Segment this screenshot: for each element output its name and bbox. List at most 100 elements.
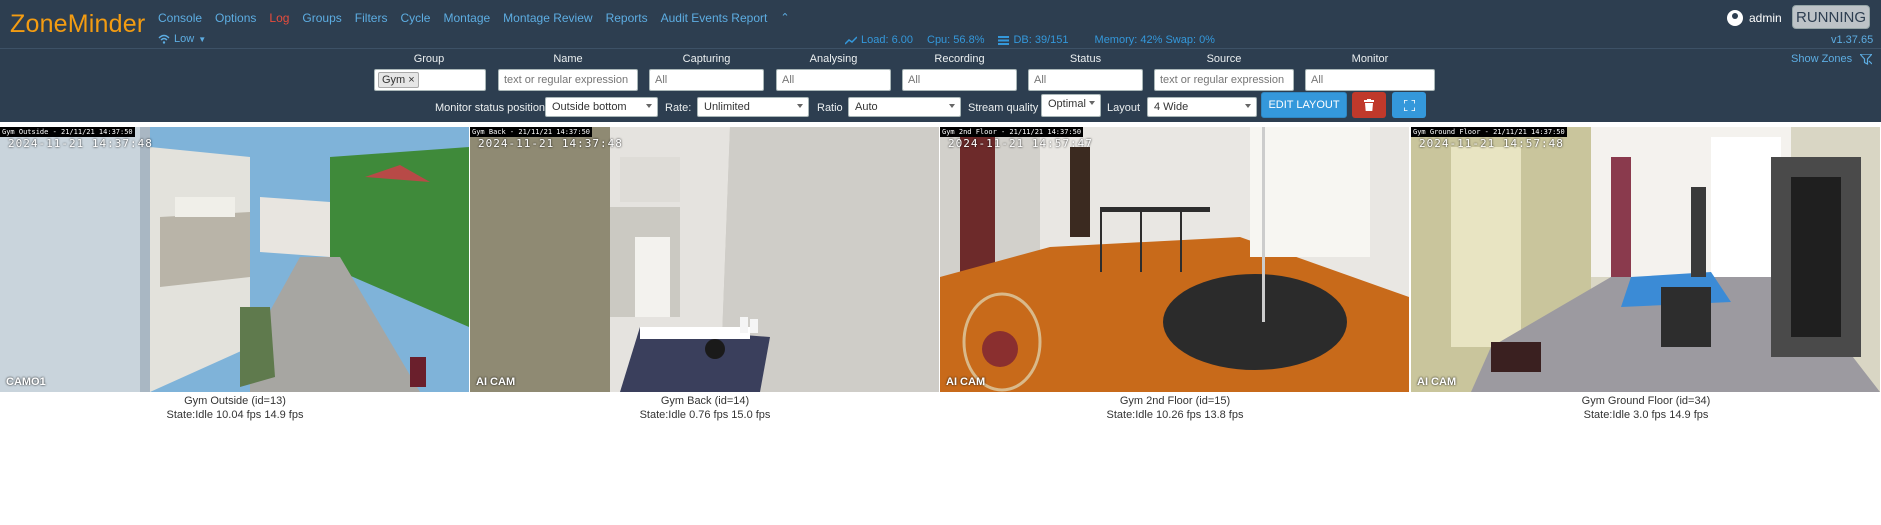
- layout-value: 4 Wide: [1154, 101, 1189, 113]
- monitor-name[interactable]: Gym Ground Floor (id=34): [1411, 394, 1881, 408]
- monitor-osd-timestamp: 2024-11-21 14:37:48: [8, 137, 153, 150]
- monitor-tile[interactable]: Gym Outside - 21/11/21 14:37:50 2024-11-…: [0, 127, 470, 422]
- monitor-stream[interactable]: Gym Ground Floor - 21/11/21 14:37:50 202…: [1411, 127, 1880, 392]
- monitor-tile[interactable]: Gym 2nd Floor - 21/11/21 14:37:50 2024-1…: [940, 127, 1410, 422]
- edit-layout-button[interactable]: EDIT LAYOUT: [1261, 92, 1347, 118]
- source-filter-input[interactable]: [1154, 69, 1294, 91]
- monitor-caption: Gym Back (id=14) State:Idle 0.76 fps 15.…: [470, 394, 940, 422]
- chart-line-icon: [845, 35, 857, 45]
- chevron-down-icon: [1245, 104, 1251, 108]
- stream-image: [1411, 127, 1880, 392]
- ratio-label: Ratio: [817, 102, 843, 114]
- ratio-value: Auto: [855, 101, 878, 113]
- recording-filter-input[interactable]: [902, 69, 1017, 91]
- monitor-tile[interactable]: Gym Ground Floor - 21/11/21 14:37:50 202…: [1411, 127, 1881, 422]
- chevron-down-icon: [646, 104, 652, 108]
- monitor-osd-camera: AI CAM: [476, 376, 516, 388]
- monitor-osd-camera: AI CAM: [946, 376, 986, 388]
- monitor-stream[interactable]: Gym Outside - 21/11/21 14:37:50 2024-11-…: [0, 127, 469, 392]
- chevron-down-icon: [797, 104, 803, 108]
- monitor-caption: Gym Outside (id=13) State:Idle 10.04 fps…: [0, 394, 470, 422]
- menu-montage-review[interactable]: Montage Review: [503, 11, 592, 25]
- menu-groups[interactable]: Groups: [302, 11, 341, 25]
- source-filter-label: Source: [1206, 53, 1242, 65]
- user-icon: [1727, 10, 1743, 26]
- monitor-state: State:Idle 0.76 fps 15.0 fps: [639, 409, 771, 421]
- menu-console[interactable]: Console: [158, 11, 202, 25]
- group-filter-input[interactable]: Gym ×: [374, 69, 486, 91]
- monitor-osd-timestamp: 2024-11-21 14:57:48: [1419, 137, 1564, 150]
- delete-layout-button[interactable]: [1352, 92, 1386, 118]
- monitor-osd-title: Gym Outside - 21/11/21 14:37:50: [0, 127, 135, 137]
- menu-cycle[interactable]: Cycle: [400, 11, 430, 25]
- system-stats: Load: 6.00 Cpu: 56.8% DB: 39/151 Memory:…: [845, 34, 1215, 46]
- load-text: Load: 6.00: [861, 34, 913, 46]
- stream-image: [470, 127, 939, 392]
- status-position-value: Outside bottom: [552, 101, 627, 113]
- group-filter-label: Group: [413, 53, 445, 65]
- run-state-button[interactable]: RUNNING: [1792, 5, 1870, 29]
- menu-audit-events-report[interactable]: Audit Events Report: [661, 11, 768, 25]
- menu-filters[interactable]: Filters: [355, 11, 388, 25]
- status-position-label: Monitor status position: [435, 102, 546, 114]
- monitor-osd-camera: CAMO1: [6, 376, 46, 388]
- db-text: DB: 39/151: [1013, 34, 1069, 46]
- monitor-tile[interactable]: Gym Back - 21/11/21 14:37:50 2024-11-21 …: [470, 127, 940, 422]
- capturing-filter-input[interactable]: [649, 69, 764, 91]
- wifi-icon: [158, 34, 170, 44]
- monitor-filter-input[interactable]: [1305, 69, 1435, 91]
- name-filter-input[interactable]: [498, 69, 638, 91]
- group-chip: Gym ×: [378, 72, 419, 88]
- monitor-name[interactable]: Gym Back (id=14): [470, 394, 940, 408]
- user-menu[interactable]: admin: [1727, 10, 1782, 26]
- memory-stat: Memory: 42% Swap: 0%: [1095, 34, 1215, 46]
- app-logo[interactable]: ZoneMinder: [10, 10, 145, 39]
- show-zones-link[interactable]: Show Zones: [1791, 53, 1852, 65]
- db-stat: DB: 39/151: [998, 34, 1069, 46]
- top-navbar: ZoneMinder Console Options Log Groups Fi…: [0, 0, 1881, 48]
- group-chip-label: Gym: [382, 74, 406, 86]
- monitor-name[interactable]: Gym Outside (id=13): [0, 394, 470, 408]
- load-stat: Load: 6.00: [845, 34, 913, 46]
- status-filter-input[interactable]: [1028, 69, 1143, 91]
- filter-icon[interactable]: [1860, 54, 1872, 65]
- menu-reports[interactable]: Reports: [606, 11, 648, 25]
- status-position-select[interactable]: Outside bottom: [545, 97, 658, 117]
- stream-quality-value: Optimal: [1048, 98, 1086, 110]
- analysing-filter-label: Analysing: [809, 53, 858, 65]
- monitor-caption: Gym 2nd Floor (id=15) State:Idle 10.26 f…: [940, 394, 1410, 422]
- list-icon: [998, 35, 1010, 45]
- monitor-name[interactable]: Gym 2nd Floor (id=15): [940, 394, 1410, 408]
- layout-select[interactable]: 4 Wide: [1147, 97, 1257, 117]
- montage-grid: Gym Outside - 21/11/21 14:37:50 2024-11-…: [0, 127, 1881, 427]
- fullscreen-button[interactable]: [1392, 92, 1426, 118]
- monitor-osd-timestamp: 2024-11-21 14:37:48: [478, 137, 623, 150]
- menu-options[interactable]: Options: [215, 11, 256, 25]
- chevron-down-icon: [949, 104, 955, 108]
- chevron-down-icon: [1089, 101, 1095, 105]
- monitor-filter-label: Monitor: [1351, 53, 1389, 65]
- analysing-filter-input[interactable]: [776, 69, 891, 91]
- username: admin: [1749, 11, 1782, 25]
- menu-log[interactable]: Log: [269, 11, 289, 25]
- collapse-menu-icon[interactable]: ⌃: [780, 11, 789, 25]
- stream-quality-select[interactable]: Optimal: [1041, 94, 1101, 117]
- rate-select[interactable]: Unlimited: [697, 97, 809, 117]
- name-filter-label: Name: [553, 53, 583, 65]
- rate-label: Rate:: [665, 102, 692, 114]
- menu-montage[interactable]: Montage: [443, 11, 490, 25]
- stream-image: [0, 127, 469, 392]
- monitor-stream[interactable]: Gym 2nd Floor - 21/11/21 14:37:50 2024-1…: [940, 127, 1409, 392]
- trash-icon: [1364, 99, 1374, 111]
- close-icon[interactable]: ×: [408, 74, 414, 86]
- monitor-stream[interactable]: Gym Back - 21/11/21 14:37:50 2024-11-21 …: [470, 127, 939, 392]
- bandwidth-label: Low: [174, 33, 195, 45]
- monitor-state: State:Idle 10.26 fps 13.8 fps: [1106, 409, 1244, 421]
- fullscreen-icon: [1403, 99, 1415, 111]
- monitor-osd-camera: AI CAM: [1417, 376, 1457, 388]
- bandwidth-selector[interactable]: Low ▼: [158, 33, 206, 45]
- monitor-osd-title: Gym 2nd Floor - 21/11/21 14:37:50: [940, 127, 1084, 137]
- ratio-select[interactable]: Auto: [848, 97, 961, 117]
- cpu-stat: Cpu: 56.8%: [927, 34, 984, 46]
- stream-quality-label: Stream quality: [968, 102, 1039, 114]
